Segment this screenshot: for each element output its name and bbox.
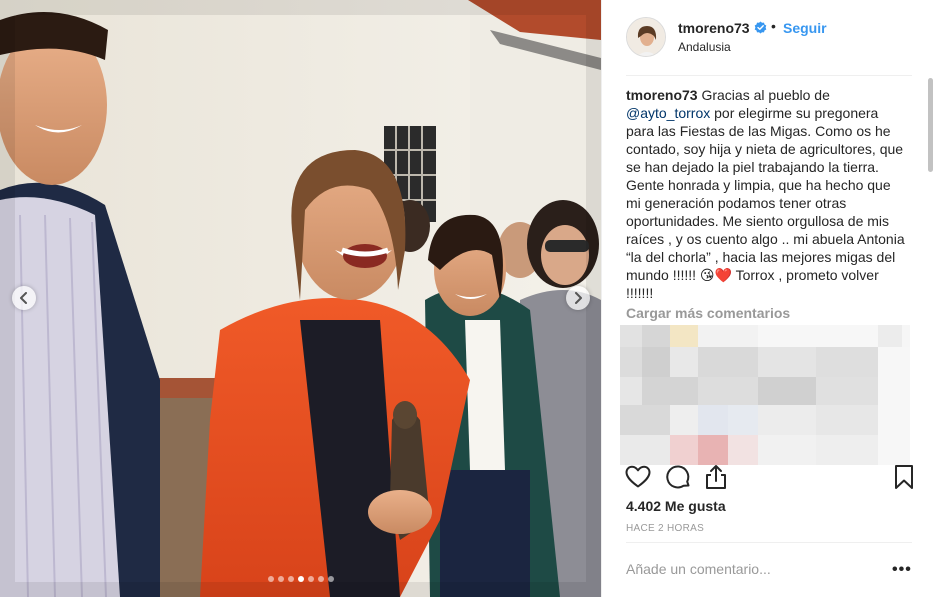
post-timestamp[interactable]: HACE 2 HORAS: [626, 523, 704, 534]
comment-button[interactable]: [664, 463, 692, 491]
caption-text-continued: por elegirme su pregonera para las Fiest…: [626, 105, 905, 301]
carousel-dot: [277, 576, 284, 582]
follow-button[interactable]: Seguir: [783, 20, 827, 36]
carousel-next-button[interactable]: [566, 286, 590, 310]
caption-mention-link[interactable]: @ayto_torrox: [626, 105, 710, 121]
more-options-button[interactable]: •••: [892, 562, 912, 578]
carousel-prev-button[interactable]: [12, 286, 36, 310]
carousel-dot: [267, 576, 274, 582]
carousel-dot: [317, 576, 324, 582]
comment-icon: [666, 465, 690, 489]
carousel-dot: [297, 576, 304, 582]
post-photo[interactable]: [0, 0, 601, 597]
avatar-image: [627, 18, 665, 56]
chevron-right-icon: [575, 292, 582, 304]
carousel-dots: [0, 576, 601, 582]
likes-count[interactable]: 4.402 Me gusta: [626, 498, 726, 514]
carousel-dot: [287, 576, 294, 582]
chevron-left-icon: [20, 292, 27, 304]
post-caption: tmoreno73 Gracias al pueblo de @ayto_tor…: [626, 86, 906, 302]
caption-text: Gracias al pueblo de: [697, 87, 830, 103]
post-image: [0, 0, 601, 597]
location-link[interactable]: Andalusia: [678, 40, 731, 54]
share-button[interactable]: [702, 463, 730, 491]
heart-icon: [625, 465, 651, 488]
verified-badge-icon: [754, 21, 767, 34]
bookmark-icon: [895, 465, 913, 489]
carousel-dot: [307, 576, 314, 582]
comment-divider: [626, 542, 912, 543]
comments-scrollbar[interactable]: [928, 78, 933, 172]
carousel-dot: [327, 576, 334, 582]
post-side-panel: tmoreno73 • Seguir Andalusia tmoreno73 G…: [601, 0, 934, 597]
caption-username-link[interactable]: tmoreno73: [626, 87, 698, 103]
post-actions: [602, 463, 934, 495]
save-button[interactable]: [890, 463, 918, 491]
avatar[interactable]: [626, 17, 666, 57]
pixelated-comments-image: [620, 325, 910, 465]
header-divider: [626, 75, 912, 76]
header-username-link[interactable]: tmoreno73: [678, 20, 750, 36]
add-comment-input[interactable]: [626, 561, 876, 577]
load-more-comments-button[interactable]: Cargar más comentarios: [626, 305, 790, 321]
like-button[interactable]: [624, 463, 652, 491]
blurred-comments: [620, 325, 910, 465]
post-header: tmoreno73 • Seguir Andalusia: [602, 0, 934, 75]
share-icon: [706, 465, 726, 489]
header-separator: •: [771, 18, 776, 34]
